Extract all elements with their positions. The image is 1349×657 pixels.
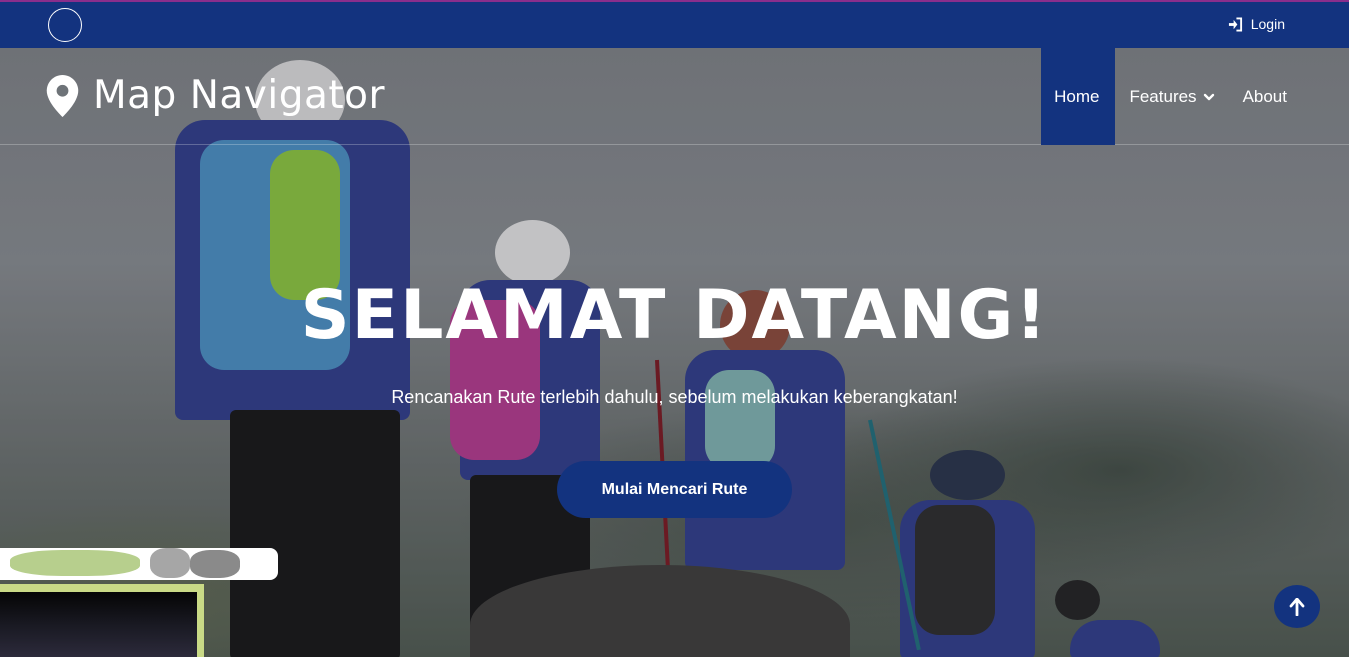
overlay-panel [0,584,204,657]
top-bar: Login [0,0,1349,48]
nav-item-label: Features [1129,86,1197,106]
main-navbar: Map Navigator Home Features About [0,48,1349,145]
brand-logo[interactable]: Map Navigator [46,73,385,118]
arrow-up-icon [1289,597,1305,616]
brand-name: Map Navigator [93,73,386,118]
nav-item-features[interactable]: Features [1115,48,1228,145]
nav-item-label: Home [1054,86,1100,106]
login-label: Login [1250,16,1285,32]
start-route-button[interactable]: Mulai Mencari Rute [557,461,792,518]
dark-image-panel [0,592,197,657]
nav-item-about[interactable]: About [1229,48,1301,145]
nav-item-home[interactable]: Home [1041,48,1116,145]
login-link[interactable]: Login [1228,16,1285,32]
chevron-down-icon [1203,93,1214,100]
nav-menu: Home Features About [1041,48,1301,145]
overlay-card [0,548,278,580]
scroll-top-button[interactable] [1274,585,1320,628]
circle-icon[interactable] [48,8,82,42]
map-marker-icon [46,74,79,117]
nav-item-label: About [1242,86,1287,106]
hero-subtitle: Rencanakan Rute terlebih dahulu, sebelum… [391,387,958,407]
sign-in-icon [1228,16,1242,32]
hero-title: SELAMAT DATANG! [300,276,1049,355]
